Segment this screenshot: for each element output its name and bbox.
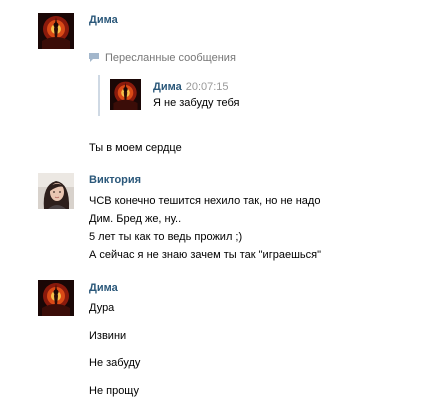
dima-avatar[interactable] bbox=[38, 280, 74, 316]
forwarded-timestamp[interactable]: 20:07:15 bbox=[186, 81, 229, 93]
message-text: Ты в моем сердце bbox=[89, 142, 182, 154]
forwarded-messages-label: Пересланные сообщения bbox=[105, 51, 236, 64]
message-text: 5 лет ты как то ведь прожил ;) bbox=[89, 231, 243, 243]
message-text: Не прощу bbox=[89, 385, 139, 397]
message-text: Не забуду bbox=[89, 357, 141, 369]
speech-bubble-icon bbox=[89, 53, 99, 62]
message-author-viktoria[interactable]: Виктория bbox=[89, 174, 141, 186]
forwarded-author-line: Дима 20:07:15 bbox=[153, 81, 229, 93]
message-author-dima[interactable]: Дима bbox=[89, 282, 118, 294]
message-author-dima[interactable]: Дима bbox=[89, 14, 118, 26]
message-text: А сейчас я не знаю зачем ты так "играешь… bbox=[89, 249, 321, 261]
forwarded-author-dima[interactable]: Дима bbox=[153, 81, 182, 93]
dima-avatar[interactable] bbox=[38, 13, 74, 49]
message-text: Извини bbox=[89, 330, 127, 342]
forwarded-dima-avatar[interactable] bbox=[110, 79, 141, 110]
message-text: Дура bbox=[89, 302, 115, 314]
message-text: Дим. Бред же, ну.. bbox=[89, 213, 182, 225]
message-text: ЧСВ конечно тешится нехило так, но не на… bbox=[89, 195, 321, 207]
dima-avatar-image bbox=[38, 280, 74, 316]
viktoria-avatar[interactable] bbox=[38, 173, 74, 209]
viktoria-avatar-image bbox=[38, 173, 74, 209]
forwarded-message-text: Я не забуду тебя bbox=[153, 97, 240, 109]
forwarded-messages-header[interactable]: Пересланные сообщения bbox=[89, 51, 236, 64]
forwarded-quote-bar bbox=[98, 75, 100, 116]
dima-avatar-image bbox=[38, 13, 74, 49]
forwarded-dima-avatar-image bbox=[110, 79, 141, 110]
